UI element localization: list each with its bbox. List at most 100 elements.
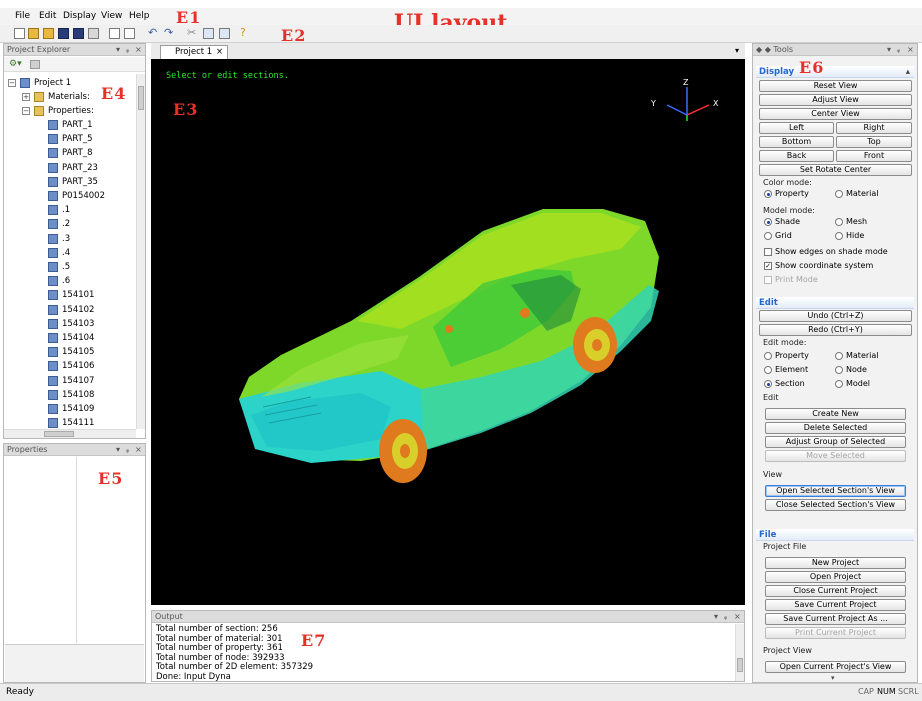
close-icon[interactable]: × bbox=[135, 444, 142, 456]
bottom-view-button[interactable]: Bottom bbox=[759, 136, 834, 148]
cut-icon[interactable]: ✂ bbox=[187, 26, 196, 39]
left-view-button[interactable]: Left bbox=[759, 122, 834, 134]
shade-radio[interactable] bbox=[764, 218, 772, 226]
new-project-button[interactable]: New Project bbox=[765, 557, 906, 569]
page-setup-icon[interactable] bbox=[124, 28, 135, 39]
adjust-group-button[interactable]: Adjust Group of Selected bbox=[765, 436, 906, 448]
menu-view[interactable]: View bbox=[101, 11, 122, 21]
show-coord-checkbox[interactable]: ✓ bbox=[764, 262, 772, 270]
menu-help[interactable]: Help bbox=[129, 11, 150, 21]
dropdown-icon[interactable]: ▾ bbox=[116, 44, 120, 56]
hide-radio[interactable] bbox=[835, 232, 843, 240]
edit-section-radio[interactable] bbox=[764, 380, 772, 388]
create-new-button[interactable]: Create New bbox=[765, 408, 906, 420]
close-section-view-button[interactable]: Close Selected Section's View bbox=[765, 499, 906, 511]
new-file-icon[interactable] bbox=[14, 28, 25, 39]
menu-display[interactable]: Display bbox=[63, 11, 96, 21]
pin-icon[interactable]: ᵩ bbox=[724, 611, 727, 623]
mesh-radio[interactable] bbox=[835, 218, 843, 226]
center-view-button[interactable]: Center View bbox=[759, 108, 912, 120]
close-icon[interactable]: × bbox=[907, 44, 914, 56]
edit-property-radio[interactable] bbox=[764, 352, 772, 360]
front-view-button[interactable]: Front bbox=[836, 150, 912, 162]
color-material-radio[interactable] bbox=[835, 190, 843, 198]
redo-button[interactable]: Redo (Ctrl+Y) bbox=[759, 324, 912, 336]
scroll-thumb[interactable] bbox=[138, 86, 144, 110]
display-section-header[interactable]: Display ▴ bbox=[756, 66, 914, 78]
save-all-icon[interactable] bbox=[73, 28, 84, 39]
tab-list-icon[interactable]: ▾ bbox=[735, 46, 739, 55]
tree-part-item[interactable]: 154105 bbox=[4, 345, 134, 359]
pin-icon[interactable]: ᵩ bbox=[897, 44, 900, 56]
delete-selected-button[interactable]: Delete Selected bbox=[765, 422, 906, 434]
print-project-button[interactable]: Print Current Project bbox=[765, 627, 906, 639]
tree-properties[interactable]: − Properties: bbox=[4, 104, 134, 118]
explorer-vscrollbar[interactable] bbox=[136, 74, 145, 429]
tree-part-item[interactable]: 154101 bbox=[4, 288, 134, 302]
scroll-thumb[interactable] bbox=[737, 658, 743, 672]
3d-viewport[interactable]: Select or edit sections. Z Y X bbox=[151, 59, 745, 605]
print-preview-icon[interactable] bbox=[109, 28, 120, 39]
tree-part-item[interactable]: .4 bbox=[4, 246, 134, 260]
help-icon[interactable]: ? bbox=[240, 26, 246, 39]
right-view-button[interactable]: Right bbox=[836, 122, 912, 134]
tree-part-item[interactable]: 154106 bbox=[4, 359, 134, 373]
grid-radio[interactable] bbox=[764, 232, 772, 240]
undo-button[interactable]: Undo (Ctrl+Z) bbox=[759, 310, 912, 322]
show-edges-checkbox[interactable] bbox=[764, 248, 772, 256]
car-model[interactable]: Z Y X bbox=[151, 59, 745, 605]
tree-part-item[interactable]: 154109 bbox=[4, 402, 134, 416]
tree-part-item[interactable]: 154108 bbox=[4, 388, 134, 402]
tree-part-item[interactable]: PART_23 bbox=[4, 161, 134, 175]
menu-edit[interactable]: Edit bbox=[39, 11, 56, 21]
top-view-button[interactable]: Top bbox=[836, 136, 912, 148]
edit-section-header[interactable]: Edit bbox=[756, 297, 914, 309]
tree-part-item[interactable]: .3 bbox=[4, 232, 134, 246]
tree-part-item[interactable]: .1 bbox=[4, 203, 134, 217]
open-folder-icon[interactable] bbox=[28, 28, 39, 39]
print-icon[interactable] bbox=[88, 28, 99, 39]
dropdown-icon[interactable]: ▾ bbox=[116, 444, 120, 456]
collapse-icon[interactable] bbox=[30, 60, 40, 69]
save-project-button[interactable]: Save Current Project bbox=[765, 599, 906, 611]
undo-icon[interactable]: ↶ bbox=[148, 26, 157, 39]
adjust-view-button[interactable]: Adjust View bbox=[759, 94, 912, 106]
tree-options-icon[interactable]: ⚙▾ bbox=[9, 59, 22, 69]
scroll-down-icon[interactable]: ▾ bbox=[831, 674, 835, 682]
open-project-view-button[interactable]: Open Current Project's View bbox=[765, 661, 906, 673]
close-project-button[interactable]: Close Current Project bbox=[765, 585, 906, 597]
redo-icon[interactable]: ↷ bbox=[164, 26, 173, 39]
edit-model-radio[interactable] bbox=[835, 380, 843, 388]
explorer-hscrollbar[interactable] bbox=[4, 429, 136, 438]
edit-node-radio[interactable] bbox=[835, 366, 843, 374]
dropdown-icon[interactable]: ▾ bbox=[714, 611, 718, 623]
tree-part-item[interactable]: .2 bbox=[4, 217, 134, 231]
output-scrollbar[interactable] bbox=[735, 624, 744, 681]
close-icon[interactable]: × bbox=[734, 611, 741, 623]
menu-file[interactable]: File bbox=[15, 11, 30, 21]
open-project-button[interactable]: Open Project bbox=[765, 571, 906, 583]
tree-part-item[interactable]: 154107 bbox=[4, 374, 134, 388]
tree-part-item[interactable]: PART_5 bbox=[4, 132, 134, 146]
print-mode-checkbox[interactable] bbox=[764, 276, 772, 284]
pin-icon[interactable]: ᵩ bbox=[126, 444, 129, 456]
edit-material-radio[interactable] bbox=[835, 352, 843, 360]
tree-part-item[interactable]: .6 bbox=[4, 274, 134, 288]
set-rotate-center-button[interactable]: Set Rotate Center bbox=[759, 164, 912, 176]
tree-part-item[interactable]: .5 bbox=[4, 260, 134, 274]
edit-element-radio[interactable] bbox=[764, 366, 772, 374]
tree-part-item[interactable]: 154103 bbox=[4, 317, 134, 331]
scroll-thumb[interactable] bbox=[44, 431, 74, 437]
close-icon[interactable]: × bbox=[135, 44, 142, 56]
file-section-header[interactable]: File bbox=[756, 529, 914, 541]
save-project-as-button[interactable]: Save Current Project As ... bbox=[765, 613, 906, 625]
back-view-button[interactable]: Back bbox=[759, 150, 834, 162]
copy-icon[interactable] bbox=[203, 28, 214, 39]
tree-part-item[interactable]: PART_1 bbox=[4, 118, 134, 132]
open-section-view-button[interactable]: Open Selected Section's View bbox=[765, 485, 906, 497]
tree-part-item[interactable]: P0154002 bbox=[4, 189, 134, 203]
color-property-radio[interactable] bbox=[764, 190, 772, 198]
tree-part-item[interactable]: PART_8 bbox=[4, 146, 134, 160]
pin-icon[interactable]: ᵩ bbox=[126, 44, 129, 56]
move-selected-button[interactable]: Move Selected bbox=[765, 450, 906, 462]
